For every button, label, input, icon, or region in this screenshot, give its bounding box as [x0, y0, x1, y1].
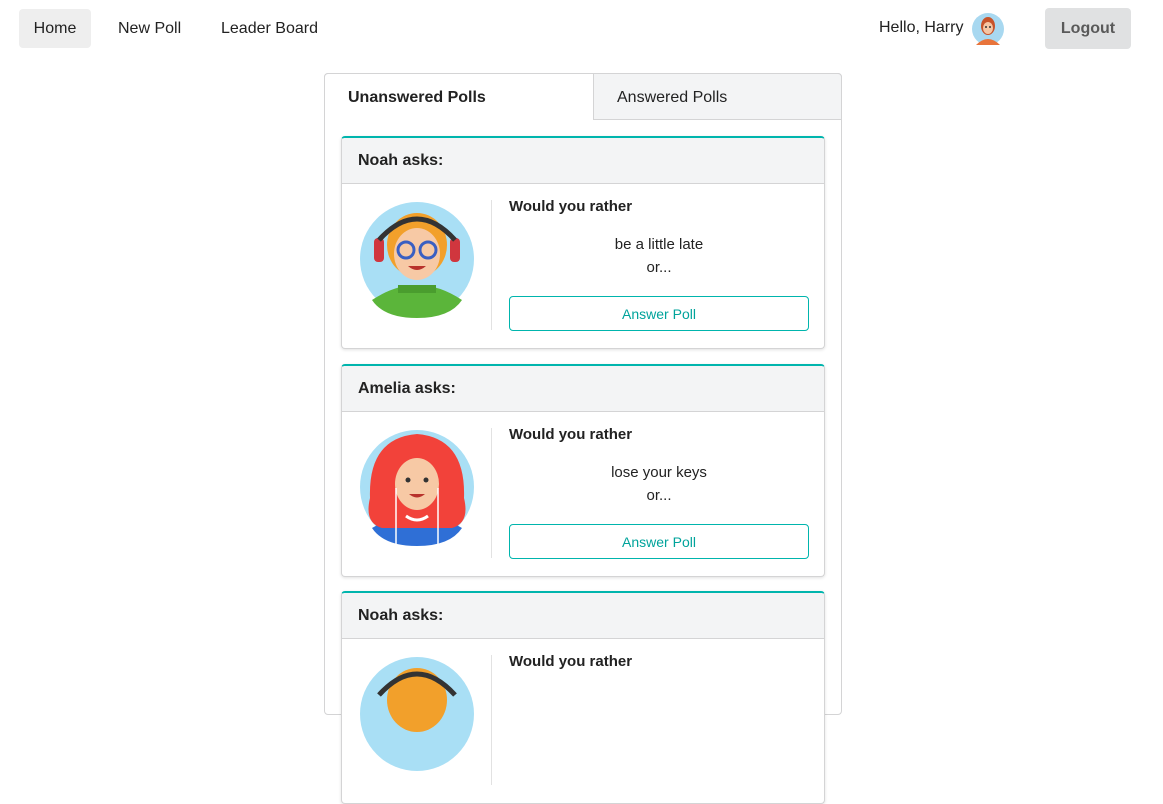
divider: [491, 200, 492, 330]
poll-author: Amelia asks:: [342, 366, 824, 412]
tab-unanswered-polls[interactable]: Unanswered Polls: [324, 73, 594, 120]
poll-prompt: Would you rather: [509, 653, 633, 670]
answer-poll-button[interactable]: Answer Poll: [509, 524, 809, 559]
poll-card: Noah asks: Would you rather: [341, 591, 825, 804]
avatar: [360, 430, 474, 546]
poll-card: Noah asks: Would you rather be a little …: [341, 136, 825, 349]
nav-home[interactable]: Home: [19, 9, 91, 48]
nav-leader-board[interactable]: Leader Board: [221, 9, 318, 48]
poll-card: Amelia asks: Would you rather lose your …: [341, 364, 825, 577]
user-greeting: Hello, Harry: [879, 19, 964, 36]
tab-answered-polls[interactable]: Answered Polls: [593, 73, 842, 120]
avatar: [360, 202, 474, 318]
poll-author: Noah asks:: [342, 593, 824, 639]
poll-option: be a little late: [614, 236, 704, 253]
poll-or: or...: [646, 487, 672, 504]
nav-new-poll[interactable]: New Poll: [118, 9, 181, 48]
divider: [491, 428, 492, 558]
poll-prompt: Would you rather: [509, 426, 633, 443]
avatar: [360, 657, 474, 771]
poll-or: or...: [646, 259, 672, 276]
answer-poll-button[interactable]: Answer Poll: [509, 296, 809, 331]
poll-author: Noah asks:: [342, 138, 824, 184]
user-avatar: [972, 13, 1004, 45]
poll-prompt: Would you rather: [509, 198, 633, 215]
logout-button[interactable]: Logout: [1045, 8, 1131, 49]
poll-option: lose your keys: [611, 464, 707, 481]
